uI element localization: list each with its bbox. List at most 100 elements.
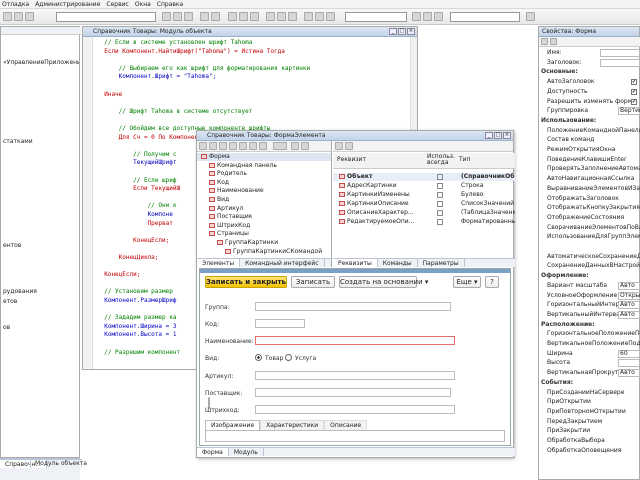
form-minimize-icon[interactable]: _: [485, 132, 493, 139]
requisite-row[interactable]: РедактируемоеОпи... ФорматированныйДокуме…: [333, 218, 515, 226]
more-button[interactable]: Еще ▾: [453, 276, 481, 288]
add-requisite-icon[interactable]: [335, 142, 343, 150]
tab-parameters[interactable]: Параметры: [418, 259, 465, 267]
property-row[interactable]: СворачиваниеЭлементовПоВажности: [539, 224, 640, 232]
property-value[interactable]: Авто: [618, 310, 640, 319]
menu-item-service[interactable]: Сервис: [106, 1, 128, 8]
more-icon[interactable]: [301, 142, 309, 150]
property-row[interactable]: Группировка Вертик: [539, 107, 640, 116]
tree-node[interactable]: Командная панель: [197, 162, 331, 170]
use-always-checkbox[interactable]: [437, 209, 443, 216]
property-row[interactable]: СохранениеДанныхВНастройках: [539, 262, 640, 270]
create-based-on-button[interactable]: Создать на основании ▾: [339, 276, 428, 288]
property-row[interactable]: ПередЗакрытием: [539, 418, 640, 426]
save-button[interactable]: Записать: [291, 276, 335, 288]
close-icon[interactable]: ×: [407, 28, 415, 35]
group-field[interactable]: [255, 302, 451, 311]
code-line[interactable]: // Выбираем его как шрифт для форматиров…: [97, 65, 310, 72]
tab-requisites[interactable]: Реквизиты: [333, 259, 378, 267]
requisite-row[interactable]: КартинкиИзменены Булево: [333, 191, 515, 199]
use-always-checkbox[interactable]: [437, 200, 443, 207]
settings-icon[interactable]: [239, 142, 247, 150]
code-line[interactable]: Если ТекущийШ: [97, 185, 180, 192]
property-row[interactable]: Ширина 60: [539, 349, 640, 358]
property-checkbox[interactable]: ✔: [631, 79, 637, 86]
property-value[interactable]: [618, 359, 640, 368]
search-combo[interactable]: [56, 12, 156, 22]
property-row[interactable]: ПроверятьЗаполнениеАвтоматически: [539, 165, 640, 173]
property-row[interactable]: Разрешить изменять форму ✔: [539, 98, 640, 106]
sort-icon[interactable]: [541, 38, 548, 45]
property-input[interactable]: [600, 58, 640, 67]
category-icon[interactable]: [550, 38, 557, 45]
supplier-field[interactable]: [255, 388, 451, 397]
properties-icon[interactable]: [526, 12, 535, 21]
minimize-icon[interactable]: _: [389, 28, 397, 35]
property-row[interactable]: Заголовок:: [539, 58, 640, 67]
config-tree-item[interactable]: рудования: [1, 288, 79, 296]
use-always-checkbox[interactable]: [437, 173, 443, 180]
tree-node[interactable]: Код: [197, 179, 331, 187]
code-line[interactable]: // Если шриф: [97, 177, 176, 184]
property-row[interactable]: ПриЗакрытии: [539, 427, 640, 435]
tab-form[interactable]: Форма: [197, 448, 229, 456]
kind-radio-service[interactable]: [285, 354, 292, 361]
property-row[interactable]: ОтображениеСостояния: [539, 214, 640, 222]
module-combo[interactable]: [345, 12, 407, 22]
format-icon[interactable]: [434, 12, 443, 21]
config-tree-item[interactable]: статками: [1, 138, 79, 146]
code-line[interactable]: // Зададим размер ка: [97, 314, 176, 321]
redo-icon[interactable]: [211, 12, 220, 21]
forward-icon[interactable]: [14, 12, 23, 21]
tree-node[interactable]: ГруппаКартинкиСКомандой: [197, 248, 331, 256]
menu-item-admin[interactable]: Администрирование: [35, 1, 100, 8]
code-line[interactable]: Иначе: [97, 91, 122, 98]
property-row[interactable]: ОбработкаОповещения: [539, 447, 640, 455]
kind-radio-goods[interactable]: [255, 354, 262, 361]
tree-node[interactable]: ШтрихКод: [197, 222, 331, 230]
property-row[interactable]: ВертикальнаяПрокрутка Авто: [539, 369, 640, 378]
requisite-row[interactable]: Объект (СправочникОбъект.Тов...: [333, 173, 515, 181]
tree-node[interactable]: Артикул: [197, 205, 331, 213]
property-value[interactable]: Открыть: [618, 291, 640, 300]
save-close-button[interactable]: Записать и закрыть: [205, 276, 287, 288]
article-field[interactable]: [255, 371, 455, 380]
code-line[interactable]: Прерват: [97, 220, 173, 227]
name-field[interactable]: [255, 336, 455, 345]
property-value[interactable]: Вертик: [618, 107, 640, 116]
form-maximize-icon[interactable]: □: [494, 132, 502, 139]
help-button[interactable]: ?: [485, 276, 499, 288]
requisite-row[interactable]: АдресКартинки Строка: [333, 182, 515, 190]
save-icon[interactable]: [25, 12, 34, 21]
tab-elements[interactable]: Элементы: [197, 259, 241, 267]
code-line[interactable]: КонецЕсли;: [97, 271, 140, 278]
use-always-checkbox[interactable]: [437, 191, 443, 198]
property-row[interactable]: Использование:: [539, 117, 640, 125]
code-line[interactable]: Если Компонент.НайтиШрифт("Tahoma") = Ис…: [97, 48, 285, 55]
bookmark-icon[interactable]: [184, 12, 193, 21]
requisites-table[interactable]: Объект (СправочникОбъект.Тов... АдресКарти…: [333, 173, 515, 257]
use-always-checkbox[interactable]: [437, 182, 443, 189]
debug-run-icon[interactable]: [239, 12, 248, 21]
tab-module[interactable]: Модуль: [229, 448, 264, 456]
tab-characteristics[interactable]: Характеристики: [260, 420, 325, 430]
tree-node[interactable]: Родитель: [197, 170, 331, 178]
property-row[interactable]: РежимОткрытияОкна: [539, 146, 640, 154]
tree-node[interactable]: Поставщик: [197, 213, 331, 221]
watch-icon[interactable]: [315, 12, 324, 21]
code-line[interactable]: Компонент.РазмерШриф: [97, 297, 176, 304]
col-type[interactable]: Тип: [459, 156, 471, 163]
code-line[interactable]: Компонент.Высота = 1: [97, 331, 176, 338]
code-line[interactable]: // Шрифт Tahoma в системе отсутствует: [97, 108, 253, 115]
property-row[interactable]: АвтоЗаголовок ✔: [539, 78, 640, 86]
menu-item-windows[interactable]: Окна: [135, 1, 151, 8]
property-row[interactable]: УсловноеОформлениеОткрыть: [539, 291, 640, 300]
requisite-row[interactable]: ОписаниеХарактер... (ТаблицаЗначений): [333, 209, 515, 217]
code-line[interactable]: КонецЕсли;: [97, 237, 169, 244]
find-icon[interactable]: [249, 142, 257, 150]
col-requisite[interactable]: Реквизит: [337, 156, 366, 163]
code-line[interactable]: // Они к: [97, 202, 177, 209]
property-row[interactable]: ПриОткрытии: [539, 398, 640, 406]
move-down-icon[interactable]: [229, 142, 237, 150]
property-row[interactable]: ВыравниваниеЭлементовИЗаголовков: [539, 185, 640, 193]
